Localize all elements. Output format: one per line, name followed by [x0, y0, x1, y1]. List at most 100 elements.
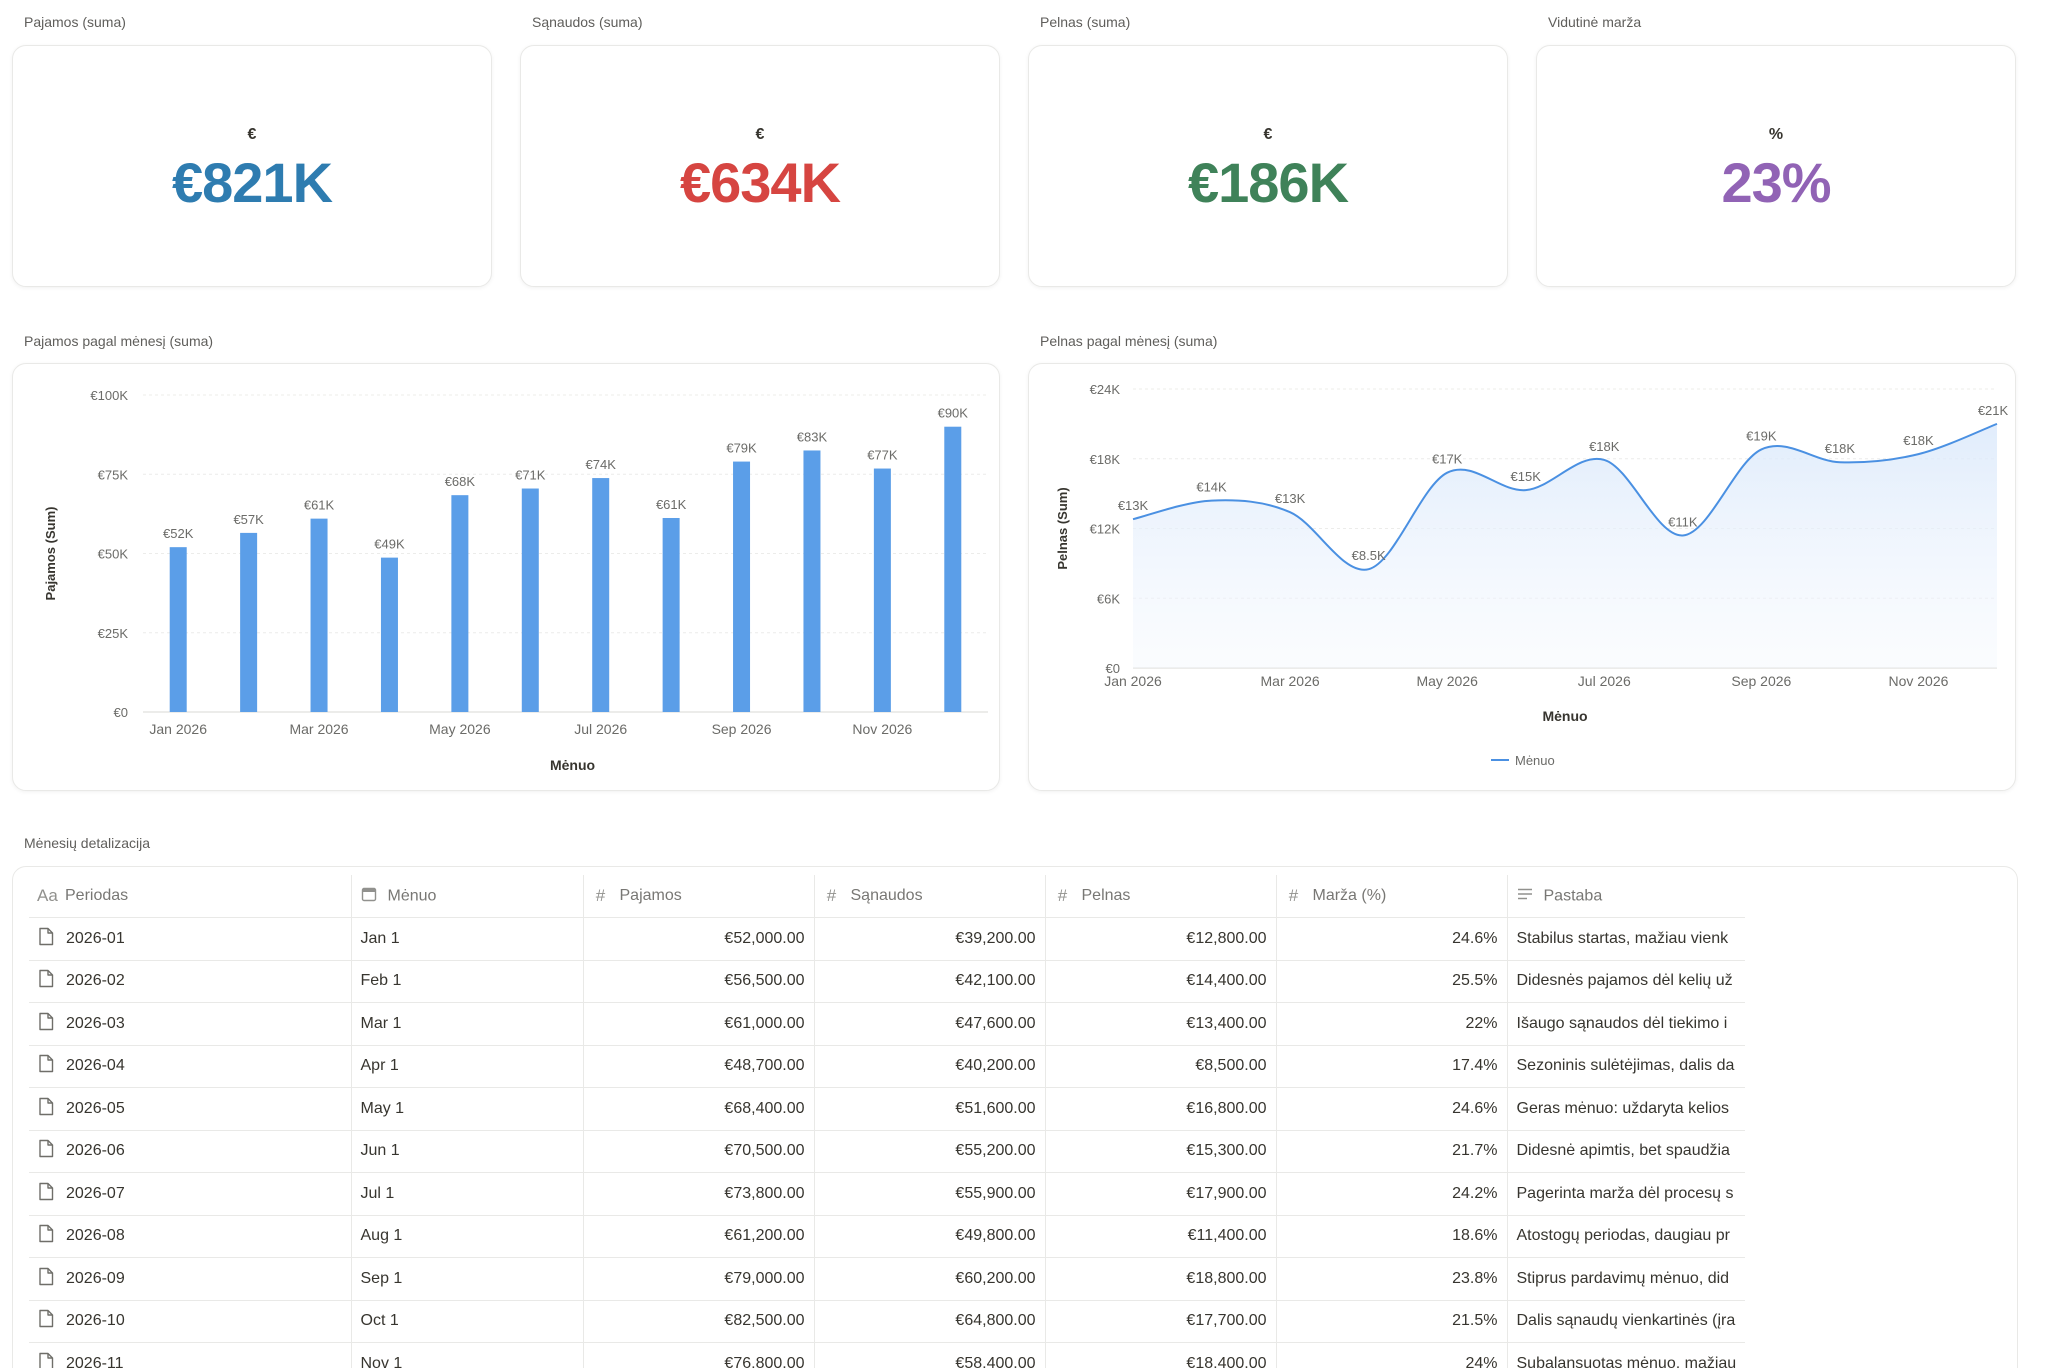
costs-cell[interactable]: €47,600.00 [813, 1002, 1045, 1046]
margin-cell[interactable]: 24.6% [1275, 917, 1507, 961]
column-header[interactable]: # Pajamos [582, 875, 814, 918]
line-chart-card[interactable]: €0 €6K €12K €18K €24K €13K €14K €13K €8.5K €17K €1… [1028, 363, 2016, 791]
period-cell[interactable]: 2026-04 [29, 1045, 351, 1088]
column-header[interactable]: Aa Periodas [29, 875, 351, 918]
table-row[interactable]: 2026-01 Jan 1 €52,000.00 €39,200.00 €12,800.… [29, 917, 1746, 961]
note-cell[interactable]: Išaugo sąnaudos dėl tiekimo i [1506, 1002, 1746, 1046]
margin-cell[interactable]: 23.8% [1275, 1257, 1507, 1301]
costs-cell[interactable]: €39,200.00 [813, 917, 1045, 961]
costs-cell[interactable]: €40,200.00 [813, 1045, 1045, 1088]
note-cell[interactable]: Sezoninis sulėtėjimas, dalis da [1506, 1045, 1746, 1088]
month-cell[interactable]: Jun 1 [350, 1130, 583, 1173]
period-cell[interactable]: 2026-08 [29, 1215, 351, 1258]
revenue-cell[interactable]: €76,800.00 [582, 1342, 814, 1368]
table-row[interactable]: 2026-07 Jul 1 €73,800.00 €55,900.00 €17,900.… [29, 1172, 1746, 1216]
note-cell[interactable]: Pagerinta marža dėl procesų s [1506, 1172, 1746, 1216]
table-row[interactable]: 2026-09 Sep 1 €79,000.00 €60,200.00 €18,800.… [29, 1257, 1746, 1301]
month-cell[interactable]: Aug 1 [350, 1215, 583, 1258]
table-row[interactable]: 2026-02 Feb 1 €56,500.00 €42,100.00 €14,400.… [29, 960, 1746, 1003]
margin-cell[interactable]: 18.6% [1275, 1215, 1507, 1258]
margin-cell[interactable]: 24.2% [1275, 1172, 1507, 1216]
month-cell[interactable]: Sep 1 [350, 1257, 583, 1301]
profit-cell[interactable]: €18,400.00 [1044, 1342, 1276, 1368]
table-row[interactable]: 2026-11 Nov 1 €76,800.00 €58,400.00 €18,400.… [29, 1342, 1746, 1368]
month-cell[interactable]: Feb 1 [350, 960, 583, 1003]
column-header[interactable]: # Sąnaudos [813, 875, 1045, 918]
margin-cell[interactable]: 21.7% [1275, 1130, 1507, 1173]
table-row[interactable]: 2026-08 Aug 1 €61,200.00 €49,800.00 €11,400.… [29, 1215, 1746, 1258]
table-row[interactable]: 2026-10 Oct 1 €82,500.00 €64,800.00 €17,700.… [29, 1300, 1746, 1343]
profit-cell[interactable]: €17,900.00 [1044, 1172, 1276, 1216]
costs-cell[interactable]: €49,800.00 [813, 1215, 1045, 1258]
period-cell[interactable]: 2026-03 [29, 1002, 351, 1046]
costs-cell[interactable]: €64,800.00 [813, 1300, 1045, 1343]
period-cell[interactable]: 2026-11 [29, 1342, 351, 1368]
margin-cell[interactable]: 24% [1275, 1342, 1507, 1368]
table-row[interactable]: 2026-05 May 1 €68,400.00 €51,600.00 €16,800.… [29, 1087, 1746, 1131]
month-cell[interactable]: Jul 1 [350, 1172, 583, 1216]
costs-cell[interactable]: €51,600.00 [813, 1087, 1045, 1131]
revenue-cell[interactable]: €61,000.00 [582, 1002, 814, 1046]
table-row[interactable]: 2026-04 Apr 1 €48,700.00 €40,200.00 €8,500.0… [29, 1045, 1746, 1088]
revenue-cell[interactable]: €56,500.00 [582, 960, 814, 1003]
costs-cell[interactable]: €42,100.00 [813, 960, 1045, 1003]
kpi-card-costs[interactable]: € €634K [520, 45, 1000, 287]
table-row[interactable]: 2026-03 Mar 1 €61,000.00 €47,600.00 €13,400.… [29, 1002, 1746, 1046]
profit-cell[interactable]: €16,800.00 [1044, 1087, 1276, 1131]
profit-cell[interactable]: €18,800.00 [1044, 1257, 1276, 1301]
note-cell[interactable]: Subalansuotas mėnuo, mažiau [1506, 1342, 1746, 1368]
bar-chart-card[interactable]: €0 €25K €50K €75K €100K €52K €57K €61K €49K €68K €… [12, 363, 1000, 791]
column-header[interactable]: Mėnuo [350, 875, 583, 918]
period-cell[interactable]: 2026-02 [29, 960, 351, 1003]
revenue-cell[interactable]: €82,500.00 [582, 1300, 814, 1343]
costs-cell[interactable]: €60,200.00 [813, 1257, 1045, 1301]
kpi-card-revenue[interactable]: € €821K [12, 45, 492, 287]
period-cell[interactable]: 2026-07 [29, 1172, 351, 1216]
profit-cell[interactable]: €15,300.00 [1044, 1130, 1276, 1173]
kpi-card-margin[interactable]: % 23% [1536, 45, 2016, 287]
period-cell[interactable]: 2026-01 [29, 917, 351, 961]
revenue-cell[interactable]: €61,200.00 [582, 1215, 814, 1258]
column-header[interactable]: # Pelnas [1044, 875, 1276, 918]
margin-cell[interactable]: 21.5% [1275, 1300, 1507, 1343]
column-header[interactable]: Pastaba [1506, 875, 1746, 918]
revenue-cell[interactable]: €73,800.00 [582, 1172, 814, 1216]
note-cell[interactable]: Didesnė apimtis, bet spaudžia [1506, 1130, 1746, 1173]
period-cell[interactable]: 2026-06 [29, 1130, 351, 1173]
profit-cell[interactable]: €17,700.00 [1044, 1300, 1276, 1343]
month-cell[interactable]: Jan 1 [350, 917, 583, 961]
margin-cell[interactable]: 25.5% [1275, 960, 1507, 1003]
period-cell[interactable]: 2026-05 [29, 1087, 351, 1131]
note-cell[interactable]: Stabilus startas, mažiau vienk [1506, 917, 1746, 961]
costs-cell[interactable]: €55,200.00 [813, 1130, 1045, 1173]
month-cell[interactable]: Mar 1 [350, 1002, 583, 1046]
profit-cell[interactable]: €8,500.00 [1044, 1045, 1276, 1088]
note-cell[interactable]: Didesnės pajamos dėl kelių už [1506, 960, 1746, 1003]
note-cell[interactable]: Atostogų periodas, daugiau pr [1506, 1215, 1746, 1258]
revenue-cell[interactable]: €52,000.00 [582, 917, 814, 961]
profit-cell[interactable]: €13,400.00 [1044, 1002, 1276, 1046]
profit-cell[interactable]: €12,800.00 [1044, 917, 1276, 961]
revenue-cell[interactable]: €79,000.00 [582, 1257, 814, 1301]
costs-cell[interactable]: €58,400.00 [813, 1342, 1045, 1368]
month-cell[interactable]: May 1 [350, 1087, 583, 1131]
margin-cell[interactable]: 17.4% [1275, 1045, 1507, 1088]
note-cell[interactable]: Geras mėnuo: uždaryta kelios [1506, 1087, 1746, 1131]
month-cell[interactable]: Nov 1 [350, 1342, 583, 1368]
note-cell[interactable]: Dalis sąnaudų vienkartinės (įra [1506, 1300, 1746, 1343]
revenue-cell[interactable]: €48,700.00 [582, 1045, 814, 1088]
month-cell[interactable]: Oct 1 [350, 1300, 583, 1343]
period-cell[interactable]: 2026-09 [29, 1257, 351, 1301]
costs-cell[interactable]: €55,900.00 [813, 1172, 1045, 1216]
month-cell[interactable]: Apr 1 [350, 1045, 583, 1088]
profit-cell[interactable]: €14,400.00 [1044, 960, 1276, 1003]
margin-cell[interactable]: 24.6% [1275, 1087, 1507, 1131]
period-cell[interactable]: 2026-10 [29, 1300, 351, 1343]
revenue-cell[interactable]: €70,500.00 [582, 1130, 814, 1173]
profit-cell[interactable]: €11,400.00 [1044, 1215, 1276, 1258]
note-cell[interactable]: Stiprus pardavimų mėnuo, did [1506, 1257, 1746, 1301]
table-row[interactable]: 2026-06 Jun 1 €70,500.00 €55,200.00 €15,300.… [29, 1130, 1746, 1173]
column-header[interactable]: # Marža (%) [1275, 875, 1507, 918]
kpi-card-profit[interactable]: € €186K [1028, 45, 1508, 287]
revenue-cell[interactable]: €68,400.00 [582, 1087, 814, 1131]
